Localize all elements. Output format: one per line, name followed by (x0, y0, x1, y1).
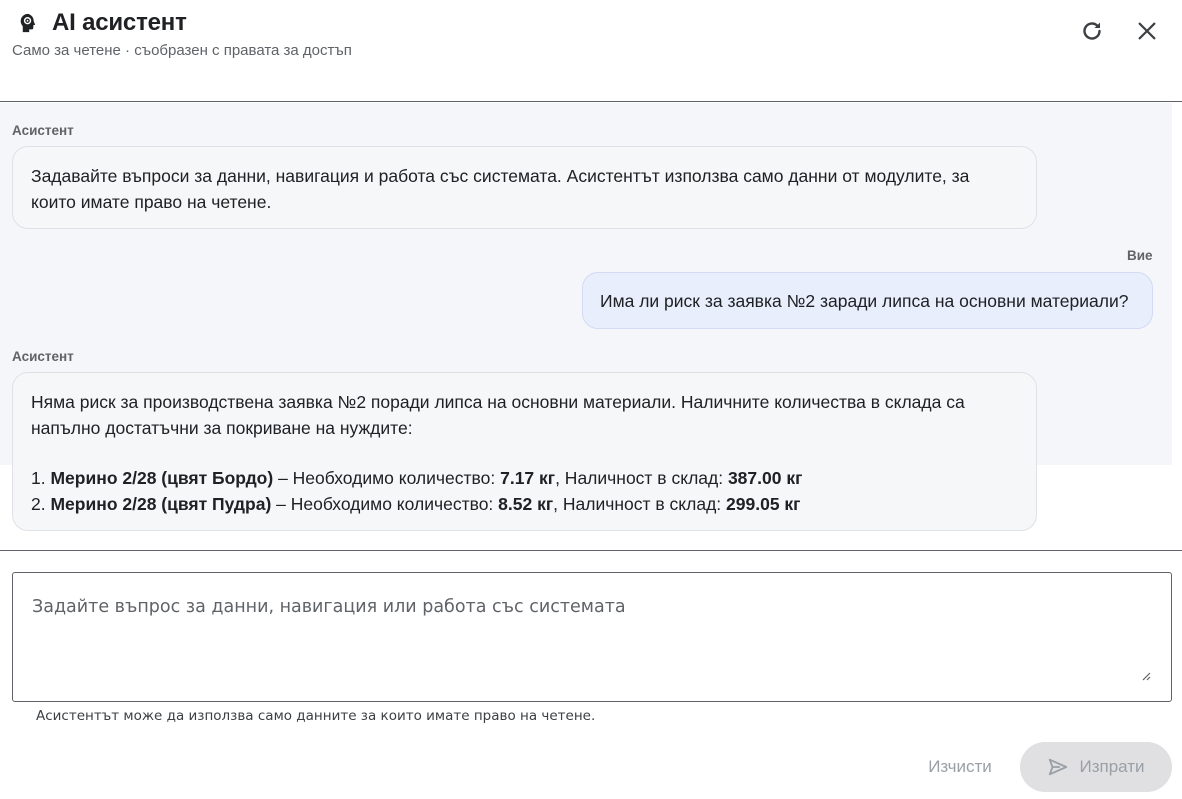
required-quantity: 7.17 кг (500, 468, 556, 488)
divider (0, 550, 1182, 551)
page-title: AI асистент (52, 9, 187, 36)
material-name: Мерино 2/28 (цвят Пудра) (50, 494, 272, 514)
stock-label: , Наличност в склад: (555, 468, 728, 488)
item-number: 2. (31, 494, 46, 514)
send-icon (1047, 756, 1069, 778)
user-sender-label: Вие (1127, 248, 1153, 263)
refresh-button[interactable] (1076, 15, 1108, 47)
message-text: Има ли риск за заявка №2 заради липса на… (600, 291, 1129, 311)
refresh-icon (1083, 22, 1101, 40)
close-icon (1138, 22, 1156, 40)
assistant-sender-label: Асистент (12, 123, 74, 138)
composer-hint: Асистентът може да използва само данните… (36, 708, 596, 724)
stock-label: , Наличност в склад: (553, 494, 727, 514)
user-message: Има ли риск за заявка №2 заради липса на… (582, 272, 1153, 329)
stock-quantity: 387.00 кг (727, 468, 803, 488)
message-composer[interactable] (12, 572, 1172, 702)
title-row: AI асистент (16, 9, 187, 37)
brain-head-icon (16, 11, 40, 35)
assistant-message: Задавайте въпроси за данни, навигация и … (12, 146, 1037, 229)
chat-messages[interactable]: Асистент Задавайте въпроси за данни, нав… (0, 103, 1182, 550)
assistant-header: AI асистент Само за четене · съобразен с… (0, 0, 1182, 102)
stock-quantity: 299.05 кг (726, 494, 801, 514)
material-list-item: 2. Мерино 2/28 (цвят Пудра) – Необходимо… (31, 491, 1018, 517)
message-input[interactable] (13, 573, 1171, 701)
close-button[interactable] (1131, 15, 1163, 47)
material-list-item: 1. Мерино 2/28 (цвят Бордо) – Необходимо… (31, 465, 1018, 491)
required-label: – Необходимо количество: (271, 494, 499, 514)
required-label: – Необходимо количество: (273, 468, 501, 488)
item-number: 1. (31, 468, 46, 488)
assistant-message: Няма риск за производствена заявка №2 по… (12, 372, 1037, 531)
send-button-label: Изпрати (1079, 757, 1145, 776)
clear-button[interactable]: Изчисти (912, 746, 1008, 788)
resize-handle-icon[interactable] (1141, 671, 1151, 681)
send-button[interactable]: Изпрати (1020, 742, 1172, 792)
page-subtitle: Само за четене · съобразен с правата за … (12, 42, 352, 59)
required-quantity: 8.52 кг (498, 494, 554, 514)
clear-button-label: Изчисти (928, 757, 992, 776)
assistant-sender-label: Асистент (12, 349, 74, 364)
material-name: Мерино 2/28 (цвят Бордо) (50, 468, 274, 488)
message-text: Задавайте въпроси за данни, навигация и … (31, 166, 970, 212)
message-intro: Няма риск за производствена заявка №2 по… (31, 392, 965, 438)
